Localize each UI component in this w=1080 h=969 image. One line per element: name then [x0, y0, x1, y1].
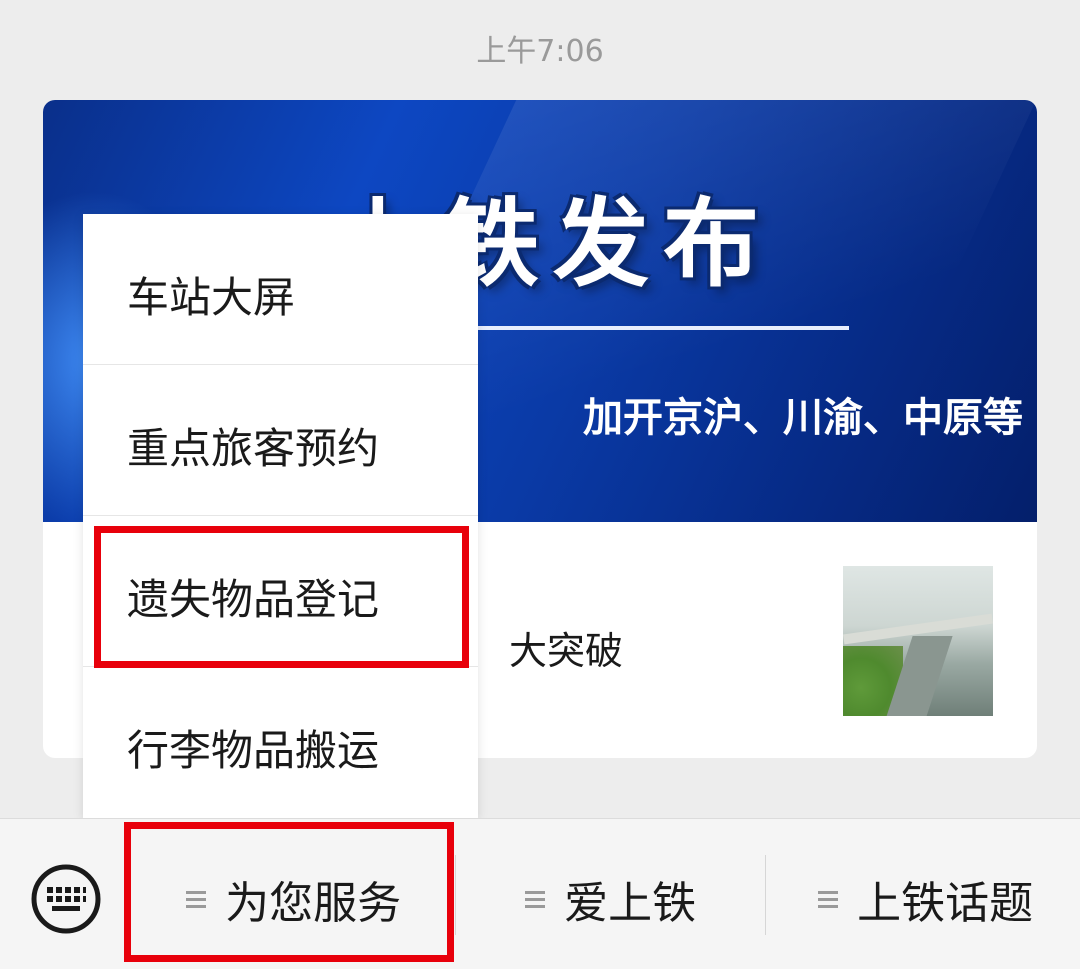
menu-lines-icon	[525, 889, 545, 909]
menu-item-label: 车站大屏	[127, 273, 296, 322]
tab-railway-topics[interactable]: 上铁话题	[818, 867, 1034, 929]
tab-label: 上铁话题	[857, 878, 1034, 929]
tab-divider	[765, 855, 766, 935]
service-menu: 车站大屏 重点旅客预约 遗失物品登记 行李物品搬运	[83, 214, 478, 818]
menu-item-station-screen[interactable]: 车站大屏	[83, 214, 478, 365]
tab-divider	[455, 855, 456, 935]
menu-item-priority-passenger[interactable]: 重点旅客预约	[83, 365, 478, 516]
menu-item-label: 重点旅客预约	[127, 424, 380, 473]
highlight-lost-items	[94, 526, 469, 668]
menu-item-label: 行李物品搬运	[127, 726, 380, 775]
menu-item-luggage-transport[interactable]: 行李物品搬运	[83, 667, 478, 818]
tab-love-shanghai-railway[interactable]: 爱上铁	[525, 867, 697, 929]
keyboard-icon[interactable]	[30, 863, 102, 935]
highlight-for-you-service	[124, 822, 454, 962]
article-thumbnail[interactable]	[843, 566, 993, 716]
status-time: 上午7:06	[476, 34, 604, 69]
menu-lines-icon	[818, 889, 838, 909]
tab-label: 爱上铁	[564, 878, 697, 929]
